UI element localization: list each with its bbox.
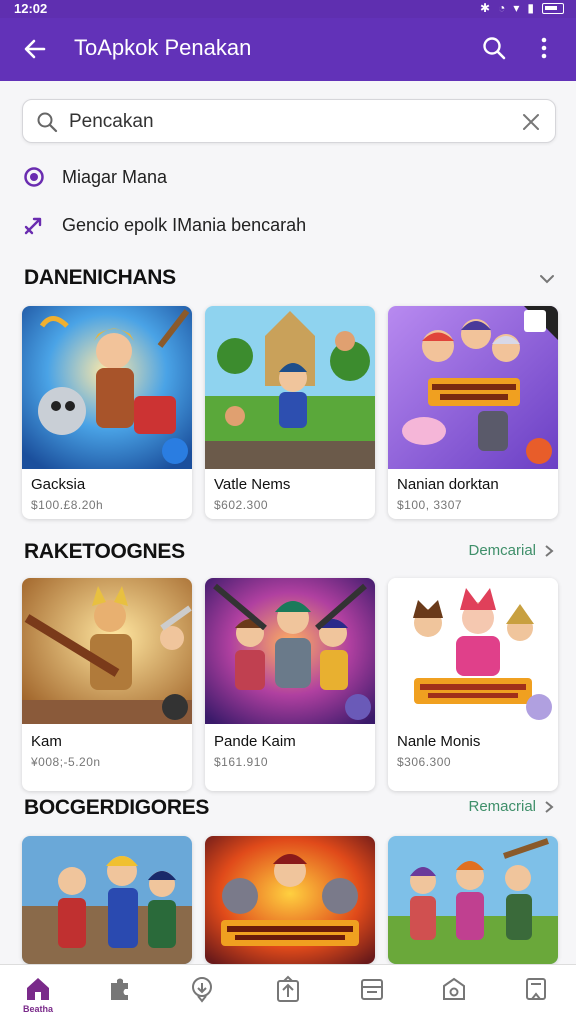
suggestion-label: Miagar Mana (62, 166, 168, 187)
location-icon (192, 977, 212, 1003)
app-thumbnail (388, 836, 558, 964)
chevron-right-icon (545, 544, 554, 557)
nav-nearby[interactable] (182, 975, 222, 1015)
app-name: Kam (31, 733, 62, 750)
wallet-icon (361, 979, 383, 1000)
app-card[interactable]: Gacksia $100.£8.20h (22, 306, 192, 519)
see-more-link[interactable]: Demcarial (468, 542, 554, 559)
see-more-label: Demcarial (468, 542, 536, 559)
home-icon (27, 978, 49, 1000)
app-price: $602.300 (214, 498, 269, 512)
app-card[interactable]: Pande Kaim $161.910 (205, 578, 375, 791)
page-title: ToApkok Penakan (74, 35, 252, 60)
bookmark-icon (526, 978, 546, 1000)
see-more-link[interactable]: Remacrial (468, 798, 554, 815)
app-card[interactable] (22, 836, 192, 964)
status-icons: ✱ ◔ ▾ ▮ (480, 1, 564, 15)
section-title: BOCGERDIGORES (24, 796, 210, 819)
section-title: RAKETOOGNES (24, 540, 185, 563)
game-badge-icon (162, 694, 188, 720)
app-bar: ToApkok Penakan (0, 18, 576, 81)
app-card[interactable] (205, 836, 375, 964)
game-badge-icon (162, 438, 188, 464)
app-thumbnail (22, 836, 192, 964)
nav-games[interactable] (100, 975, 140, 1015)
status-bar: 12:02 ✱ ◔ ▾ ▮ (0, 0, 576, 18)
game-badge-icon (526, 694, 552, 720)
suggestion-item[interactable]: Gencio epolk IMania bencarah (22, 207, 306, 243)
nav-saved[interactable] (516, 975, 556, 1015)
app-name: Nanle Monis (397, 733, 481, 750)
chevron-right-icon (545, 800, 554, 813)
app-name: Gacksia (31, 476, 86, 493)
app-name: Nanian dorktan (397, 476, 499, 493)
app-card[interactable] (388, 836, 558, 964)
app-price: ¥008;-5.20n (31, 755, 101, 769)
nav-updates[interactable] (268, 975, 308, 1015)
nav-library[interactable] (352, 975, 392, 1015)
app-thumbnail (388, 578, 558, 724)
app-name: Pande Kaim (214, 733, 296, 750)
bluetooth-icon: ✱ (480, 1, 491, 15)
search-field[interactable] (22, 99, 556, 143)
app-card[interactable]: Kam ¥008;-5.20n (22, 578, 192, 791)
nav-camera[interactable] (434, 975, 474, 1015)
section-title: DANENICHANS (24, 266, 176, 289)
suggestion-label: Gencio epolk IMania bencarah (62, 214, 307, 235)
nav-home[interactable]: Beatha (18, 975, 58, 1015)
app-card[interactable]: Nanian dorktan $100, 3307 (388, 306, 558, 519)
search-icon[interactable] (480, 34, 508, 62)
app-thumbnail (22, 578, 192, 724)
app-thumbnail (205, 578, 375, 724)
app-price: $306.300 (397, 755, 452, 769)
status-time: 12:02 (14, 1, 48, 16)
alarm-icon: ◔ (498, 1, 506, 15)
puzzle-icon (111, 978, 128, 1000)
radio-circle-icon (22, 165, 46, 189)
app-price: $161.910 (214, 755, 269, 769)
search-input[interactable] (69, 108, 509, 136)
upload-box-icon (277, 975, 299, 1002)
tag-arrow-icon (22, 213, 46, 237)
wifi-icon: ▾ (513, 1, 520, 15)
app-price: $100.£8.20h (31, 498, 104, 512)
app-thumbnail (205, 306, 375, 469)
back-arrow-icon[interactable] (20, 34, 50, 64)
chevron-down-icon[interactable] (538, 270, 556, 288)
app-card[interactable]: Nanle Monis $306.300 (388, 578, 558, 791)
more-options-icon[interactable] (530, 34, 558, 62)
camera-icon (443, 977, 465, 1000)
signal-icon: ▮ (527, 1, 534, 15)
nav-label: Beatha (22, 1004, 53, 1014)
search-icon (37, 112, 58, 133)
app-thumbnail (388, 306, 558, 469)
app-name: Vatle Nems (214, 476, 291, 493)
app-price: $100, 3307 (397, 498, 463, 512)
suggestion-item[interactable]: Miagar Mana (22, 159, 167, 195)
game-badge-icon (526, 438, 552, 464)
app-thumbnail (22, 306, 192, 469)
clear-icon[interactable] (519, 110, 543, 134)
battery-icon (542, 3, 564, 14)
see-more-label: Remacrial (468, 798, 536, 815)
app-thumbnail (205, 836, 375, 964)
app-card[interactable]: Vatle Nems $602.300 (205, 306, 375, 519)
game-badge-icon (345, 694, 371, 720)
bottom-navigation: Beatha (0, 964, 576, 1024)
